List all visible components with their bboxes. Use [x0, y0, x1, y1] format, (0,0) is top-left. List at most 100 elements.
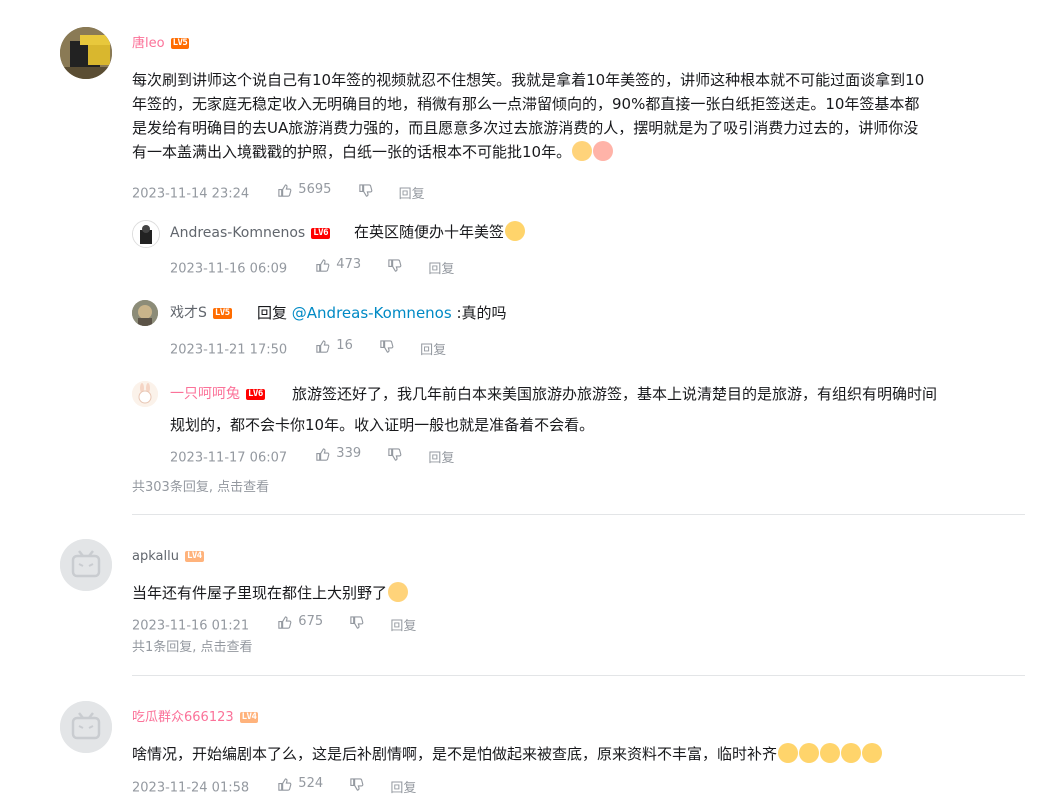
- reply-meta: 2023-11-16 06:09 473 回复: [170, 257, 454, 278]
- reply-content: 旅游签还好了，我几年前白本来美国旅游办旅游签，基本上说清楚目的是旅游，有组织有明…: [292, 385, 938, 403]
- username-row: 一只呵呵兔 LV6: [170, 386, 265, 402]
- like-count: 473: [336, 257, 362, 272]
- cat-emoji-icon: [388, 582, 409, 602]
- comment-content: 啥情况，开始编剧本了么，这是后补剧情啊，是不是怕做起来被查底，原来资料不丰富，临…: [132, 742, 883, 766]
- cry-emoji-icon: [862, 743, 883, 763]
- avatar-image: [60, 27, 112, 79]
- reply-content: 在英区随便办十年美签: [354, 220, 526, 244]
- like-count: 339: [336, 446, 362, 461]
- reply-meta: 2023-11-17 06:07 339 回复: [170, 446, 454, 467]
- username-row: apkallu LV4: [132, 549, 204, 565]
- avatar-image: [133, 221, 159, 247]
- username[interactable]: 吃瓜群众666123: [132, 710, 234, 725]
- reply-button[interactable]: 回复: [399, 187, 425, 202]
- like-button[interactable]: 339: [315, 446, 361, 462]
- comment-line: 有一本盖满出入境戳戳的护照，白纸一张的话根本不可能批10年。: [132, 140, 1032, 164]
- level-badge: LV4: [239, 712, 259, 723]
- like-icon: [316, 258, 330, 272]
- comment-time: 2023-11-16 01:21: [132, 618, 250, 634]
- username[interactable]: apkallu: [132, 549, 179, 564]
- reply-time: 2023-11-21 17:50: [170, 342, 288, 358]
- cry-emoji-icon: [778, 743, 799, 763]
- reply-button[interactable]: 回复: [390, 781, 416, 796]
- avatar[interactable]: [60, 27, 112, 79]
- dislike-button[interactable]: [349, 777, 364, 792]
- reply-time: 2023-11-16 06:09: [170, 261, 288, 277]
- level-badge: LV5: [212, 307, 232, 319]
- reply-button[interactable]: 回复: [420, 343, 446, 358]
- reply-text: 在英区随便办十年美签: [354, 223, 505, 241]
- dislike-button[interactable]: [379, 339, 394, 354]
- comment-time: 2023-11-24 01:58: [132, 780, 250, 796]
- dislike-icon: [388, 258, 402, 272]
- comment-line: 年签的，无家庭无稳定收入无明确目的地，稍微有那么一点滞留倾向的，90%都直接一张…: [132, 95, 920, 113]
- comment-text: 当年还有件屋子里现在都住上大别野了: [132, 584, 388, 602]
- kiss-emoji-icon: [593, 141, 614, 161]
- like-count: 524: [298, 776, 324, 791]
- view-more-replies[interactable]: 共303条回复, 点击查看: [132, 480, 269, 496]
- avatar[interactable]: [60, 539, 112, 591]
- like-button[interactable]: 16: [315, 338, 353, 354]
- reply-content: 规划的，都不会卡你10年。收入证明一般也就是准备着不会看。: [170, 416, 595, 434]
- comment-content: 每次刷到讲师这个说自己有10年签的视频就忍不住想笑。我就是拿着10年美签的，讲师…: [132, 68, 1032, 164]
- comment-time: 2023-11-14 23:24: [132, 186, 250, 202]
- like-button[interactable]: 473: [315, 257, 361, 273]
- username[interactable]: Andreas-Komnenos: [170, 225, 305, 241]
- username-row: 戏才S LV5: [170, 305, 232, 321]
- avatar[interactable]: [132, 220, 160, 248]
- dislike-button[interactable]: [387, 447, 402, 462]
- divider: [132, 675, 1025, 676]
- cry-emoji-icon: [505, 221, 526, 241]
- avatar-image: [132, 300, 158, 326]
- divider: [132, 514, 1025, 515]
- cry-emoji-icon: [841, 743, 862, 763]
- like-button[interactable]: 524: [277, 776, 323, 792]
- dislike-button[interactable]: [358, 183, 373, 198]
- dislike-button[interactable]: [349, 615, 364, 630]
- default-avatar-icon: [60, 701, 112, 753]
- view-more-replies[interactable]: 共1条回复, 点击查看: [132, 640, 253, 656]
- reply-prefix: 回复: [257, 304, 292, 322]
- comment-meta: 2023-11-24 01:58 524 回复: [132, 776, 416, 797]
- dislike-icon: [350, 615, 364, 629]
- dislike-icon: [350, 777, 364, 791]
- cry-emoji-icon: [799, 743, 820, 763]
- comment-meta: 2023-11-16 01:21 675 回复: [132, 614, 416, 635]
- comment-content: 当年还有件屋子里现在都住上大别野了: [132, 581, 409, 605]
- reply-button[interactable]: 回复: [390, 619, 416, 634]
- avatar[interactable]: [132, 300, 158, 326]
- level-badge: LV5: [170, 38, 190, 49]
- level-badge: LV6: [311, 227, 330, 239]
- reply-meta: 2023-11-21 17:50 16 回复: [170, 338, 446, 359]
- cat-emoji-icon: [572, 141, 593, 161]
- like-icon: [316, 339, 330, 353]
- like-icon: [278, 777, 292, 791]
- like-count: 675: [298, 614, 324, 629]
- dislike-icon: [358, 183, 372, 197]
- avatar[interactable]: [132, 381, 158, 407]
- like-button[interactable]: 5695: [277, 182, 331, 198]
- like-count: 5695: [298, 182, 332, 197]
- like-icon: [278, 615, 292, 629]
- avatar[interactable]: [60, 701, 112, 753]
- like-button[interactable]: 675: [277, 614, 323, 630]
- dislike-icon: [388, 447, 402, 461]
- username-row: 吃瓜群众666123 LV4: [132, 710, 259, 726]
- dislike-icon: [380, 339, 394, 353]
- username[interactable]: 唐leo: [132, 36, 165, 51]
- username-row: 唐leo LV5: [132, 36, 190, 52]
- comment-meta: 2023-11-14 23:24 5695 回复: [132, 182, 425, 203]
- like-count: 16: [336, 338, 353, 353]
- username[interactable]: 戏才S: [170, 305, 207, 321]
- dislike-button[interactable]: [387, 258, 402, 273]
- mention-link[interactable]: @Andreas-Komnenos: [292, 304, 452, 322]
- comment-line-text: 有一本盖满出入境戳戳的护照，白纸一张的话根本不可能批10年。: [132, 143, 572, 161]
- username[interactable]: 一只呵呵兔: [170, 386, 240, 402]
- reply-button[interactable]: 回复: [428, 262, 454, 277]
- avatar-image: [132, 381, 158, 407]
- cry-emoji-icon: [820, 743, 841, 763]
- reply-content: 回复 @Andreas-Komnenos :真的吗: [257, 301, 507, 325]
- username-row: Andreas-Komnenos LV6: [170, 225, 330, 241]
- reply-button[interactable]: 回复: [428, 451, 454, 466]
- comment-text: 啥情况，开始编剧本了么，这是后补剧情啊，是不是怕做起来被查底，原来资料不丰富，临…: [132, 745, 778, 763]
